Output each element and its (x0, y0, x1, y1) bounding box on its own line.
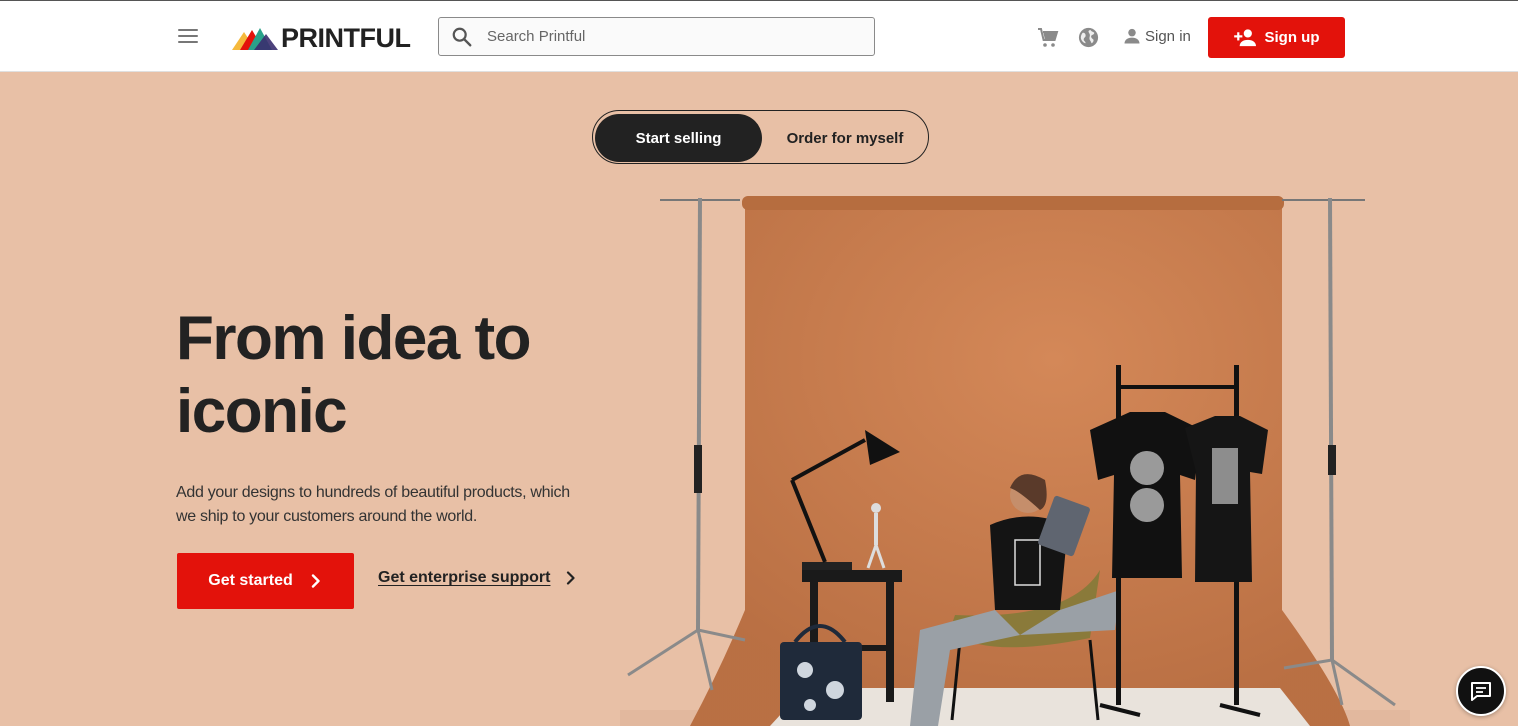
sign-in-label: Sign in (1145, 27, 1191, 45)
menu-icon[interactable] (176, 25, 200, 49)
sign-up-button[interactable]: Sign up (1208, 17, 1345, 58)
chat-button[interactable] (1456, 666, 1506, 716)
cart-icon[interactable] (1036, 26, 1060, 50)
hero-title-line-2: iconic (176, 377, 348, 446)
sign-in-link[interactable]: Sign in (1122, 26, 1191, 46)
toggle-order-for-myself[interactable]: Order for myself (763, 114, 927, 162)
chevron-right-icon (567, 571, 576, 585)
sign-up-label: Sign up (1264, 29, 1320, 46)
chevron-right-icon (311, 574, 320, 588)
hero-title-line-1: From idea to (176, 304, 532, 373)
audience-toggle: Start selling Order for myself (592, 110, 929, 164)
search-input[interactable] (487, 28, 847, 45)
chat-icon (1471, 682, 1491, 701)
hero-description: Add your designs to hundreds of beautifu… (176, 481, 596, 529)
site-header: PRINTFUL Sign in Sign up (0, 1, 1518, 72)
get-started-label: Get started (208, 572, 293, 589)
search-bar (438, 17, 875, 56)
toggle-start-selling[interactable]: Start selling (595, 114, 762, 162)
logo-mark-icon (232, 28, 278, 50)
hero-description-line-2: we ship to your customers around the wor… (176, 508, 478, 525)
enterprise-support-label: Get enterprise support (378, 569, 551, 586)
globe-icon[interactable] (1077, 26, 1100, 49)
printful-logo[interactable]: PRINTFUL (232, 22, 411, 53)
get-started-button[interactable]: Get started (177, 553, 354, 609)
user-icon (1124, 28, 1140, 44)
hero-studio-image (620, 196, 1410, 726)
hero-title: From idea to iconic (176, 302, 616, 448)
logo-text: PRINTFUL (281, 22, 411, 53)
add-user-icon (1233, 28, 1256, 46)
enterprise-support-link[interactable]: Get enterprise support (378, 569, 578, 587)
search-icon[interactable] (451, 26, 473, 48)
hero-description-line-1: Add your designs to hundreds of beautifu… (176, 484, 570, 501)
